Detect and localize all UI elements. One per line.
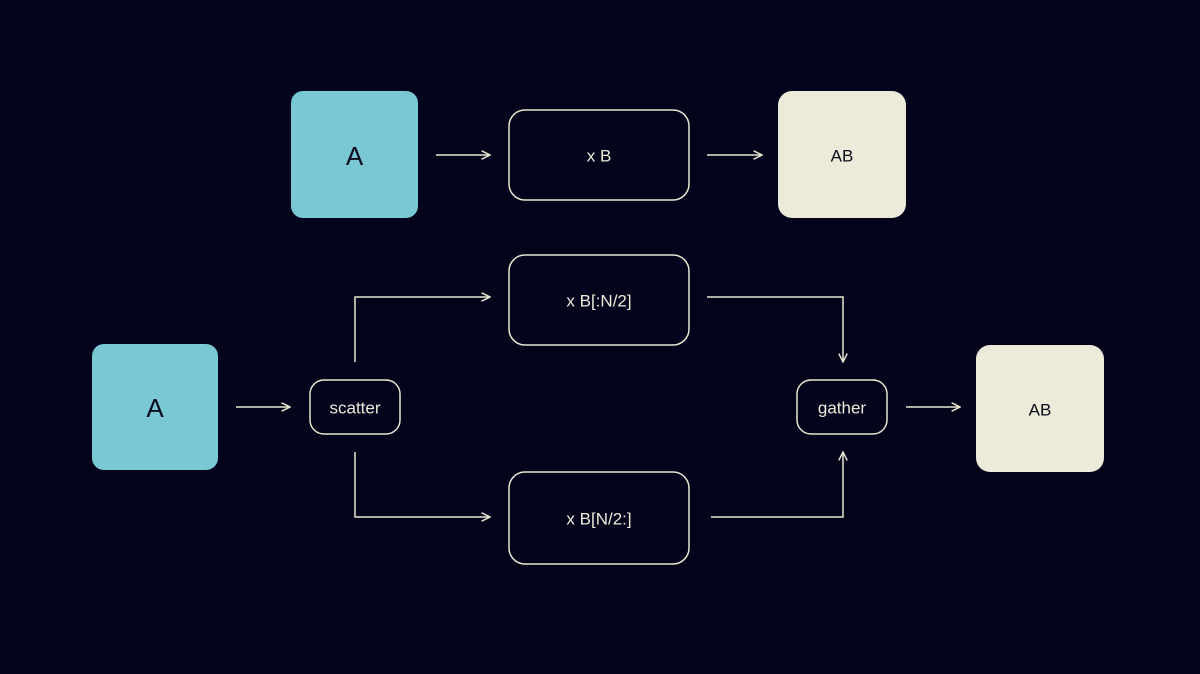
- scatter-node: scatter: [309, 379, 401, 435]
- top-output-label: AB: [831, 147, 854, 166]
- scatter-label: scatter: [329, 399, 380, 418]
- op-bottom-label: x B[N/2:]: [566, 510, 631, 529]
- arrow-scatter-bottom: [354, 452, 490, 517]
- bottom-input-a: A: [92, 344, 218, 470]
- arrow-top-to-gather: [707, 296, 843, 362]
- multiply-b-second-half: x B[N/2:]: [508, 471, 690, 565]
- top-input-label: A: [346, 141, 364, 171]
- top-op-label: x B: [587, 147, 612, 166]
- op-top-label: x B[:N/2]: [566, 292, 631, 311]
- arrow-bottom-to-gather: [711, 452, 843, 518]
- arrow-scatter-top: [354, 297, 490, 362]
- diagram: A x B AB A scatter x B[:N/2] x B[N/2:] g…: [92, 91, 1104, 565]
- bottom-output-label: AB: [1029, 401, 1052, 420]
- gather-label: gather: [818, 399, 867, 418]
- top-multiply-b: x B: [508, 109, 690, 201]
- bottom-output-ab: AB: [976, 345, 1104, 472]
- top-output-ab: AB: [778, 91, 906, 218]
- multiply-b-first-half: x B[:N/2]: [508, 254, 690, 346]
- gather-node: gather: [796, 379, 888, 435]
- bottom-input-label: A: [146, 393, 164, 423]
- top-input-a: A: [291, 91, 418, 218]
